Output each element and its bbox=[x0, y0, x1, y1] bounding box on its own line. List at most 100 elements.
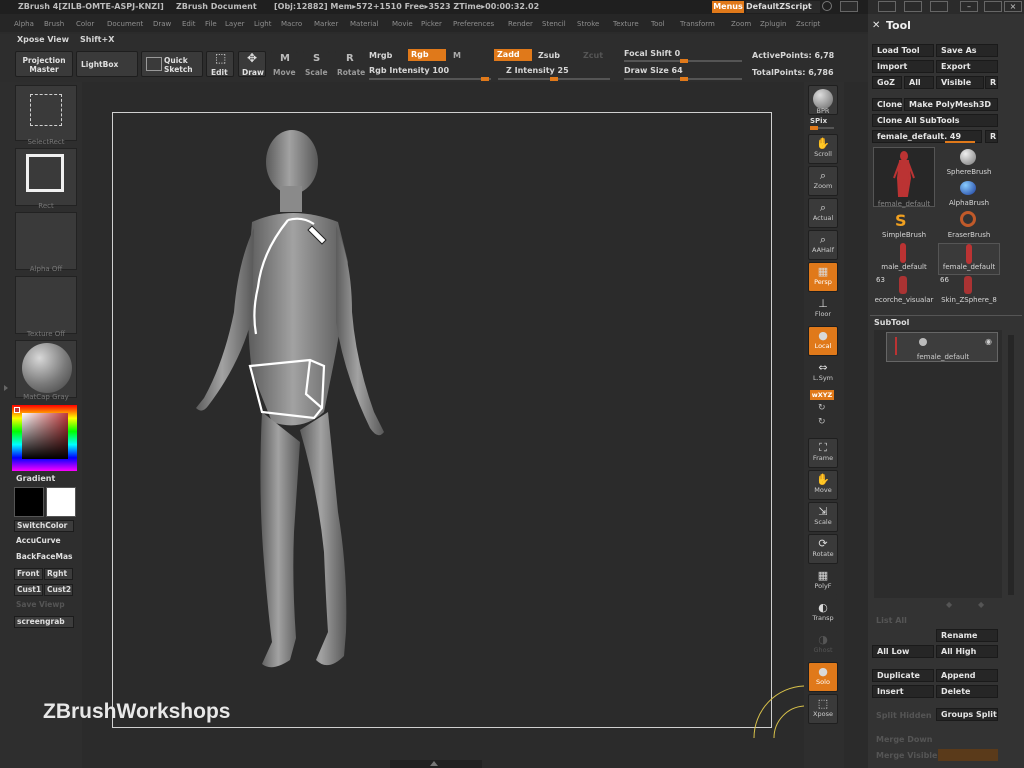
help-icon[interactable] bbox=[822, 1, 832, 11]
menu-material[interactable]: Material bbox=[350, 20, 378, 28]
visible-button[interactable]: Visible bbox=[936, 76, 984, 89]
color-picker[interactable] bbox=[12, 405, 77, 471]
palette-collapse-icon[interactable]: ✕ bbox=[872, 20, 880, 31]
tool-thumb-female-default[interactable]: female_default bbox=[873, 147, 935, 208]
eye-icon[interactable]: ◉ bbox=[985, 337, 992, 346]
tool-thumb-ecorche[interactable]: ecorche_visualar bbox=[873, 274, 935, 306]
tool-thumb-skin-zsphere[interactable]: Skin_ZSphere_8 bbox=[938, 274, 1000, 306]
bottom-tray-handle[interactable] bbox=[390, 760, 482, 768]
maximize-icon[interactable] bbox=[984, 1, 1002, 12]
menu-preferences[interactable]: Preferences bbox=[453, 20, 494, 28]
texture-thumbnail[interactable] bbox=[15, 276, 77, 334]
lock-icon[interactable] bbox=[930, 1, 948, 12]
tool-thumb-spherebrush[interactable]: SphereBrush bbox=[938, 147, 1000, 179]
subtool-empty-slot[interactable] bbox=[888, 400, 998, 428]
menus-button[interactable]: Menus bbox=[712, 1, 744, 13]
restore-icon[interactable] bbox=[904, 1, 922, 12]
tool-thumb-eraserbrush[interactable]: EraserBrush bbox=[938, 211, 1000, 243]
merge-down-button[interactable]: Merge Down bbox=[876, 735, 933, 744]
r-small-button[interactable]: R bbox=[985, 130, 998, 143]
material-thumbnail[interactable] bbox=[15, 340, 77, 398]
menu-macro[interactable]: Macro bbox=[281, 20, 302, 28]
move-view-button[interactable]: ✋ Move bbox=[808, 470, 838, 500]
tool-thumb-male-default[interactable]: male_default bbox=[873, 243, 935, 275]
subtool-toggle-icon[interactable] bbox=[919, 338, 927, 346]
color-square[interactable] bbox=[22, 413, 68, 459]
backface-mask-button[interactable]: BackFaceMas bbox=[14, 552, 76, 564]
goz-all-button[interactable]: All bbox=[904, 76, 934, 89]
menu-zscript[interactable]: Zscript bbox=[796, 20, 820, 28]
tool-thumb-alphabrush[interactable]: AlphaBrush bbox=[938, 179, 1000, 211]
tool-thumb-female-default-2[interactable]: female_default bbox=[938, 243, 1000, 275]
actual-button[interactable]: ⌕ Actual bbox=[808, 198, 838, 228]
menu-edit[interactable]: Edit bbox=[182, 20, 196, 28]
custom1-button[interactable]: Cust1 bbox=[14, 584, 43, 596]
load-tool-button[interactable]: Load Tool bbox=[872, 44, 934, 57]
append-button[interactable]: Append bbox=[936, 669, 998, 682]
menu-light[interactable]: Light bbox=[254, 20, 271, 28]
menu-movie[interactable]: Movie bbox=[392, 20, 413, 28]
r-button[interactable]: R bbox=[985, 76, 998, 89]
scale-view-button[interactable]: ⇲ Scale bbox=[808, 502, 838, 532]
secondary-color-swatch[interactable] bbox=[46, 487, 76, 517]
bpr-button[interactable]: BPR bbox=[808, 85, 838, 115]
navigation-circle-icon[interactable] bbox=[748, 680, 808, 758]
all-low-button[interactable]: All Low bbox=[872, 645, 934, 658]
ghost-button[interactable]: ◑ Ghost bbox=[808, 630, 838, 660]
menu-stroke[interactable]: Stroke bbox=[577, 20, 599, 28]
solo-button[interactable]: ● Solo bbox=[808, 662, 838, 692]
all-high-button[interactable]: All High bbox=[936, 645, 998, 658]
left-collapse-arrow-icon[interactable] bbox=[4, 385, 10, 391]
move-up-arrow-icon[interactable]: ◆ bbox=[946, 600, 952, 609]
spix-label[interactable]: SPix bbox=[810, 117, 827, 125]
edit-button[interactable]: ⬚ Edit bbox=[206, 51, 234, 77]
rotate-button[interactable]: R Rotate bbox=[334, 51, 365, 77]
zadd-toggle[interactable]: Zadd bbox=[494, 49, 532, 61]
menu-color[interactable]: Color bbox=[76, 20, 94, 28]
gradient-label[interactable]: Gradient bbox=[16, 474, 55, 483]
draw-button[interactable]: ✥ Draw bbox=[238, 51, 266, 77]
lsym-button[interactable]: ⇔ L.Sym bbox=[808, 358, 838, 388]
groups-split-button[interactable]: Groups Split bbox=[936, 708, 998, 721]
subtool-item-selected[interactable]: ◉ female_default bbox=[886, 332, 998, 362]
subtool-empty-slot[interactable] bbox=[888, 496, 998, 524]
menu-render[interactable]: Render bbox=[508, 20, 533, 28]
minimize-icon[interactable]: – bbox=[960, 1, 978, 12]
menu-zoom[interactable]: Zoom bbox=[731, 20, 751, 28]
merge-visible-button[interactable]: Merge Visible bbox=[876, 751, 937, 760]
menu-brush[interactable]: Brush bbox=[44, 20, 64, 28]
zcut-toggle[interactable]: Zcut bbox=[583, 51, 603, 60]
switch-color-button[interactable]: SwitchColor bbox=[14, 520, 74, 532]
right-view-button[interactable]: Rght bbox=[44, 568, 73, 580]
menu-draw[interactable]: Draw bbox=[153, 20, 171, 28]
rotate-y-icon[interactable]: ↻ bbox=[818, 403, 826, 413]
subtool-empty-slot[interactable] bbox=[888, 368, 998, 396]
rgb-toggle[interactable]: Rgb bbox=[408, 49, 446, 61]
front-view-button[interactable]: Front bbox=[14, 568, 43, 580]
subtool-empty-slot[interactable] bbox=[888, 432, 998, 460]
duplicate-button[interactable]: Duplicate bbox=[872, 669, 934, 682]
subtool-empty-slot[interactable] bbox=[888, 528, 998, 556]
custom2-button[interactable]: Cust2 bbox=[44, 584, 73, 596]
subtool-empty-slot[interactable] bbox=[888, 560, 998, 588]
aahalf-button[interactable]: ⌕ AAHalf bbox=[808, 230, 838, 260]
screengrab-button[interactable]: screengrab bbox=[14, 616, 74, 628]
tool-palette-title[interactable]: Tool bbox=[886, 19, 911, 32]
rename-button[interactable]: Rename bbox=[936, 629, 998, 642]
default-zscript-button[interactable]: DefaultZScript bbox=[746, 1, 820, 13]
menu-tool[interactable]: Tool bbox=[651, 20, 665, 28]
main-color-swatch[interactable] bbox=[14, 487, 44, 517]
lightbox-button[interactable]: LightBox bbox=[76, 51, 138, 77]
insert-button[interactable]: Insert bbox=[872, 685, 934, 698]
xyz-toggle[interactable]: wXYZ bbox=[810, 390, 834, 400]
mrgb-toggle[interactable]: Mrgb bbox=[369, 51, 392, 60]
rgb-intensity-slider[interactable] bbox=[369, 77, 491, 81]
delete-button[interactable]: Delete bbox=[936, 685, 998, 698]
clone-all-subtools-button[interactable]: Clone All SubTools bbox=[872, 114, 998, 127]
tool-thumb-simplebrush[interactable]: S SimpleBrush bbox=[873, 211, 935, 243]
floor-button[interactable]: ⊥ Floor bbox=[808, 294, 838, 324]
subtool-empty-slot[interactable] bbox=[888, 464, 998, 492]
split-hidden-button[interactable]: Split Hidden bbox=[876, 711, 932, 720]
menu-alpha[interactable]: Alpha bbox=[14, 20, 34, 28]
focal-shift-slider[interactable] bbox=[624, 59, 742, 63]
